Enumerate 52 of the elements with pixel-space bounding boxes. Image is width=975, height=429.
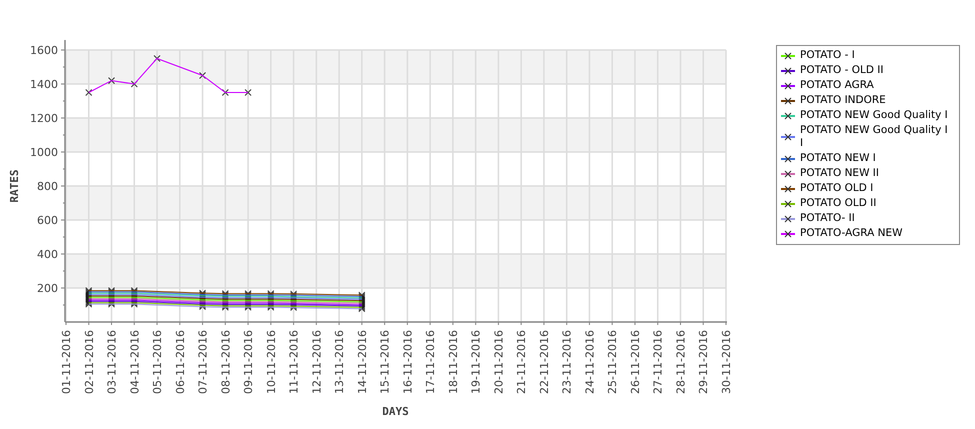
legend-label: POTATO OLD I [800,182,874,195]
tick-label: 1000 [30,146,58,159]
tick-label: 27-11-2016 [652,330,665,394]
legend-label: POTATO OLD II [800,197,878,210]
tick-label: 06-11-2016 [174,330,187,394]
legend-label: POTATO NEW I [800,152,877,165]
legend-label: POTATO NEW Good Quality I [800,109,948,122]
tick-label: 600 [37,214,58,227]
legend-label: POTATO-AGRA NEW [800,227,904,240]
tick-label: 22-11-2016 [538,330,551,394]
tick-label: 10-11-2016 [264,330,278,394]
tick-label: 09-11-2016 [242,330,256,394]
axis-title: DAYS [382,405,409,418]
legend-label: POTATO - I [800,49,856,62]
tick-label: 18-11-2016 [446,330,460,394]
legend-label: POTATO NEW Good Quality II [800,124,948,150]
tick-label: 21-11-2016 [515,330,528,394]
tick-label: 12-11-2016 [310,330,324,394]
tick-label: 04-11-2016 [128,330,142,394]
tick-label: 25-11-2016 [606,330,620,394]
tick-label: 11-11-2016 [288,330,301,394]
legend-label: POTATO INDORE [800,94,887,107]
legend-label: POTATO - OLD II [800,64,884,77]
legend-label: POTATO NEW II [800,167,880,180]
tick-label: 28-11-2016 [674,330,688,394]
tick-label: 30-11-2016 [720,330,733,394]
tick-label: 20-11-2016 [492,330,506,394]
tick-label: 17-11-2016 [424,330,438,394]
tick-label: 400 [37,248,58,261]
tick-label: 02-11-2016 [82,330,96,394]
tick-label: 24-11-2016 [583,330,596,394]
tick-label: 13-11-2016 [333,330,346,394]
axis-title: RATES [8,169,21,203]
tick-label: 800 [37,180,58,193]
tick-label: 08-11-2016 [219,330,232,394]
tick-label: 29-11-2016 [697,330,710,394]
legend-label: POTATO- II [800,212,856,225]
tick-label: 01-11-2016 [60,330,73,394]
tick-label: 05-11-2016 [151,330,164,394]
tick-label: 03-11-2016 [106,330,119,394]
tick-label: 19-11-2016 [470,330,483,394]
tick-label: 1200 [30,112,58,125]
tick-label: 26-11-2016 [628,330,642,394]
tick-label: 1600 [30,44,58,57]
tick-label: 1400 [30,78,58,91]
legend-label: POTATO AGRA [800,79,875,92]
tick-label: 200 [37,282,58,295]
tick-label: 16-11-2016 [401,330,414,394]
tick-label: 14-11-2016 [356,330,369,394]
tick-label: 07-11-2016 [196,330,210,394]
tick-label: 15-11-2016 [378,330,392,394]
tick-label: 23-11-2016 [560,330,574,394]
